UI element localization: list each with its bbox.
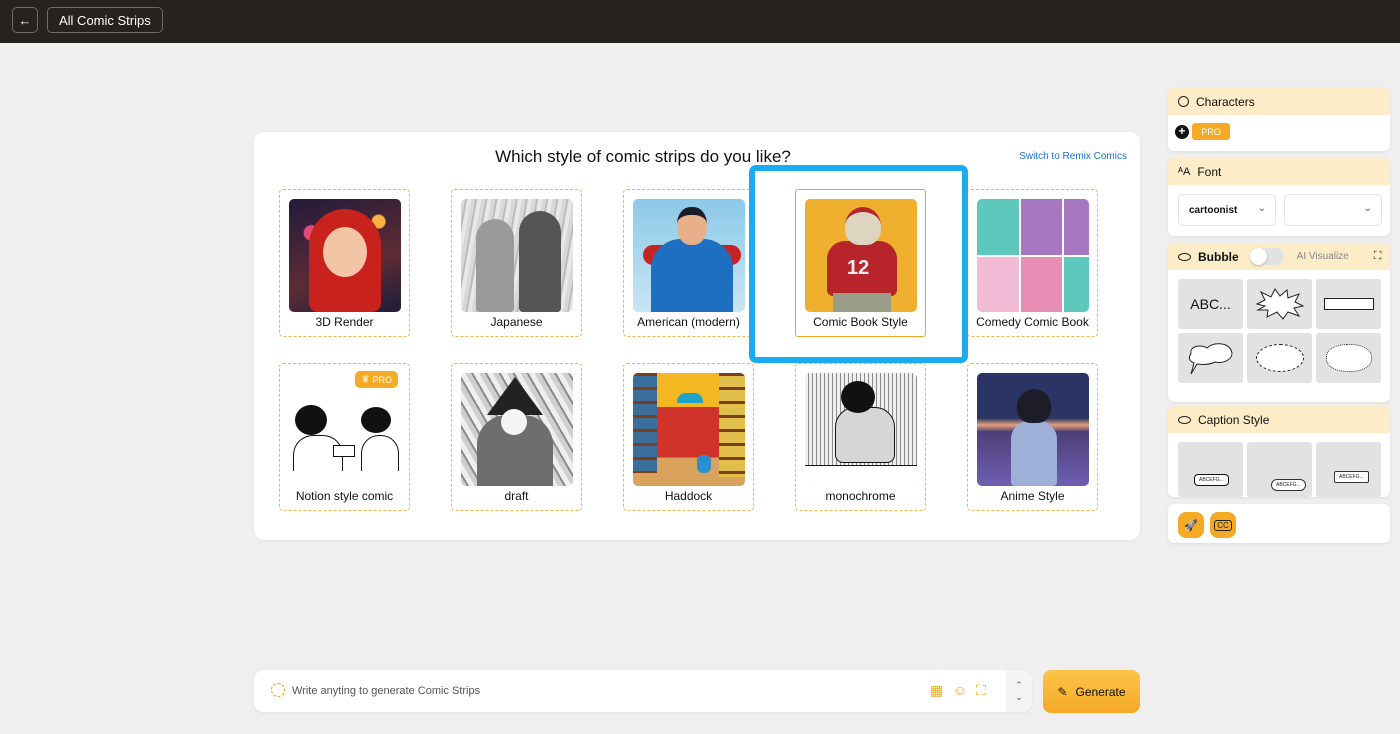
emoji-icon[interactable]: ☺: [953, 682, 967, 698]
arrow-left-icon: ←: [18, 12, 32, 28]
font-size-select[interactable]: ⌄: [1284, 194, 1382, 226]
brush-icon: ✎: [1057, 684, 1068, 699]
bubble-header: Bubble AI Visualize ⛶: [1168, 243, 1390, 270]
rocket-button[interactable]: 🚀: [1178, 512, 1204, 538]
bubble-grid: ABC...: [1178, 279, 1381, 383]
pro-badge: ♛ PRO: [355, 371, 398, 388]
style-option-comic-book-style[interactable]: 12 Comic Book Style: [795, 189, 926, 337]
chevron-up-icon[interactable]: ⌃: [1015, 679, 1023, 691]
chevron-down-icon: ⌄: [1363, 203, 1372, 214]
back-button[interactable]: ←: [12, 7, 38, 33]
top-bar: ← All Comic Strips: [0, 0, 1400, 43]
page-title: Which style of comic strips do you like?: [495, 147, 791, 166]
stepper[interactable]: ⌃ ⌄: [1006, 670, 1032, 712]
caption-header: Caption Style: [1168, 406, 1390, 433]
style-label: American (modern): [637, 315, 740, 329]
font-panel: ᴬA Font cartoonist ⌄ ⌄: [1168, 158, 1390, 236]
caption-grid: ABCEFG... ABCEFG... ABCEFG...: [1178, 442, 1381, 497]
rocket-icon: 🚀: [1184, 519, 1198, 532]
style-label: Comic Book Style: [813, 315, 908, 329]
crown-icon: ♛: [361, 374, 370, 384]
bubble-icon: [1178, 415, 1191, 424]
generate-button[interactable]: ✎ Generate: [1043, 670, 1140, 713]
style-option-draft[interactable]: draft: [451, 363, 582, 511]
style-thumbnail: 12: [805, 199, 917, 312]
user-circle-icon: [1178, 96, 1189, 107]
style-label: draft: [504, 489, 529, 503]
chevron-down-icon: ⌄: [1257, 203, 1266, 214]
style-option-japanese[interactable]: Japanese: [451, 189, 582, 337]
face-scan-icon[interactable]: ⛶: [976, 682, 986, 699]
characters-panel: Characters + PRO: [1168, 88, 1390, 151]
tools-panel: 🚀 CC: [1168, 504, 1390, 543]
characters-header: Characters: [1168, 88, 1390, 115]
font-family-select[interactable]: cartoonist ⌄: [1178, 194, 1276, 226]
bubble-option-shout[interactable]: [1247, 333, 1312, 383]
expand-icon[interactable]: ⛶: [1374, 250, 1382, 263]
font-header: ᴬA Font: [1168, 158, 1390, 185]
caption-option[interactable]: ABCEFG...: [1247, 442, 1312, 497]
style-option-american-modern[interactable]: American (modern): [623, 189, 754, 337]
bubble-icon: [1178, 252, 1191, 261]
caption-style-panel: Caption Style ABCEFG... ABCEFG... ABCEFG…: [1168, 406, 1390, 497]
style-thumbnail: [633, 373, 745, 486]
style-thumbnail: [289, 373, 401, 486]
style-label: Comedy Comic Book: [976, 315, 1089, 329]
style-label: Haddock: [664, 489, 713, 503]
font-size-icon: ᴬA: [1178, 165, 1191, 178]
bubble-option-thought[interactable]: [1316, 333, 1381, 383]
style-label: Notion style comic: [295, 489, 394, 503]
add-character-icon[interactable]: +: [1175, 125, 1189, 139]
all-comic-strips-button[interactable]: All Comic Strips: [47, 7, 163, 33]
style-thumbnail: [461, 373, 573, 486]
style-thumbnail: [633, 199, 745, 312]
style-option-3d-render[interactable]: 3D Render: [279, 189, 410, 337]
style-thumbnail: [805, 373, 917, 486]
layout-grid-icon[interactable]: ▦: [930, 682, 943, 699]
bubble-option-speech[interactable]: [1178, 333, 1243, 383]
captions-button[interactable]: CC: [1210, 512, 1236, 538]
pro-badge[interactable]: PRO: [1192, 123, 1230, 140]
style-thumbnail: [977, 373, 1089, 486]
style-thumbnail: [977, 199, 1089, 312]
prompt-bar: ▦ ☺ ⛶ ⌃ ⌄: [254, 670, 1032, 712]
style-option-monochrome[interactable]: monochrome: [795, 363, 926, 511]
caption-option[interactable]: ABCEFG...: [1316, 442, 1381, 497]
switch-to-remix-link[interactable]: Switch to Remix Comics: [1019, 151, 1127, 162]
style-label: monochrome: [825, 489, 896, 503]
prompt-input[interactable]: [292, 680, 912, 702]
style-picker-card: Which style of comic strips do you like?…: [254, 132, 1140, 540]
style-label: Anime Style: [1000, 489, 1065, 503]
ai-visualize-label: AI Visualize: [1296, 251, 1349, 262]
style-thumbnail: [289, 199, 401, 312]
ai-visualize-toggle[interactable]: [1249, 248, 1284, 265]
bubble-option-burst[interactable]: [1247, 279, 1312, 329]
style-option-anime-style[interactable]: Anime Style: [967, 363, 1098, 511]
bubble-panel: Bubble AI Visualize ⛶ ABC...: [1168, 243, 1390, 402]
style-thumbnail: [461, 199, 573, 312]
style-option-haddock[interactable]: Haddock: [623, 363, 754, 511]
bubble-option-rectangle[interactable]: [1316, 279, 1381, 329]
style-label: Japanese: [490, 315, 543, 329]
style-grid: 3D Render Japanese American (modern) 12 …: [279, 189, 1098, 511]
caption-option[interactable]: ABCEFG...: [1178, 442, 1243, 497]
style-option-notion-style-comic[interactable]: ♛ PRO Notion style comic: [279, 363, 410, 511]
style-label: 3D Render: [315, 315, 374, 329]
cc-icon: CC: [1214, 519, 1232, 531]
image-sparkle-icon: [271, 683, 285, 697]
style-option-comedy-comic-book[interactable]: Comedy Comic Book: [967, 189, 1098, 337]
bubble-option-text[interactable]: ABC...: [1178, 279, 1243, 329]
chevron-down-icon[interactable]: ⌄: [1015, 691, 1023, 703]
